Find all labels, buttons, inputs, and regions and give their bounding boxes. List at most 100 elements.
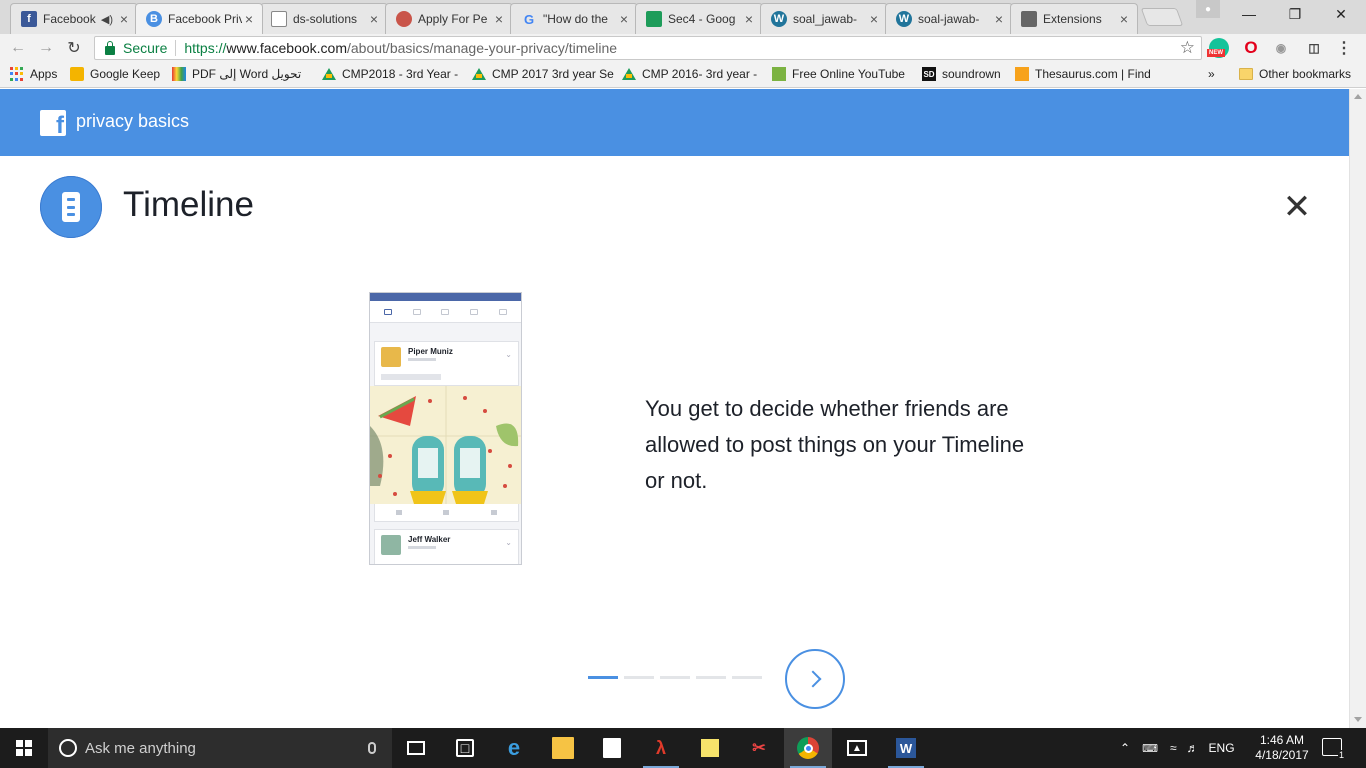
show-hidden-icons[interactable]: ⌃ [1120, 741, 1130, 755]
pager-step[interactable] [624, 676, 654, 679]
timeline-topic-icon [40, 176, 102, 238]
bookmark-item[interactable]: Thesaurus.com | Find [1015, 67, 1151, 81]
search-placeholder: Ask me anything [85, 739, 196, 757]
facebook-icon: f [21, 11, 37, 27]
tab-close-icon[interactable]: × [492, 11, 506, 27]
store-icon[interactable] [588, 728, 636, 768]
tab[interactable]: f Facebook ◀) × [10, 3, 138, 34]
url-path: /about/basics/manage-your-privacy/timeli… [347, 40, 618, 56]
window-close-button[interactable]: ✕ [1318, 0, 1364, 28]
windows-taskbar: Ask me anything □ e λ ✂ ▲ W ⌃ ⌨ ≈ ♬ ENG … [0, 728, 1366, 768]
scrollbar[interactable] [1349, 89, 1366, 728]
bookmark-label: soundrown [942, 67, 1001, 81]
google-drive-icon [622, 68, 636, 80]
tab-title: soal-jawab- [918, 12, 980, 26]
tab[interactable]: Sec4 - Goog × [635, 3, 763, 34]
task-view-button[interactable] [392, 728, 440, 768]
pager-step[interactable] [588, 676, 618, 679]
sticky-notes-icon[interactable] [686, 728, 734, 768]
bookmark-item[interactable]: Google Keep [70, 67, 160, 81]
minimize-button[interactable]: — [1226, 0, 1272, 28]
action-center-icon[interactable]: 1 [1322, 738, 1345, 760]
address-bar[interactable]: Secure https:// www.facebook.com /about/… [94, 36, 1202, 60]
microphone-icon[interactable] [368, 742, 376, 754]
bookmark-item[interactable]: CMP 2016- 3rd year - [622, 67, 757, 81]
facebook-logo-icon[interactable]: f [40, 110, 66, 136]
chrome-icon[interactable] [784, 728, 832, 768]
tab-title: ds-solutions [293, 12, 358, 26]
bookmark-item[interactable]: SD soundrown [922, 67, 1001, 81]
soundrown-icon: SD [922, 67, 936, 81]
edge-icon[interactable]: e [490, 728, 538, 768]
pager-step[interactable] [660, 676, 690, 679]
keyboard-icon[interactable]: ⌨ [1142, 742, 1158, 755]
adblock-extension-icon[interactable]: ◉ [1271, 38, 1291, 58]
google-icon: G [523, 11, 535, 27]
word-icon[interactable]: W [882, 728, 930, 768]
tab-close-icon[interactable]: × [367, 11, 381, 27]
new-tab-button[interactable] [1140, 8, 1184, 26]
tab-title: Apply For Pe [418, 12, 488, 26]
volume-icon[interactable]: ♬ [1187, 741, 1199, 755]
tab[interactable]: B Facebook Privacy× [135, 3, 263, 34]
tab-close-icon[interactable]: × [992, 11, 1006, 27]
bookmark-item[interactable]: Apps [10, 67, 57, 81]
pager-step[interactable] [696, 676, 726, 679]
bookmark-item[interactable]: CMP 2017 3rd year Se [472, 67, 614, 81]
tab-title: Extensions [1043, 12, 1102, 26]
tab-close-icon[interactable]: × [1117, 11, 1131, 27]
tab[interactable]: ds-solutions × [260, 3, 388, 34]
back-button[interactable]: ← [8, 38, 28, 58]
shoes-photo [370, 386, 521, 504]
cortana-search[interactable]: Ask me anything [48, 728, 392, 768]
tab[interactable]: G "How do the × [510, 3, 638, 34]
step-pager [588, 676, 768, 679]
cast-extension-icon[interactable]: ◫ [1304, 38, 1324, 58]
speaker-icon[interactable]: ◀) [101, 13, 113, 26]
tab[interactable]: Wsoal_jawab- × [760, 3, 888, 34]
clock[interactable]: 1:46 AM 4/18/2017 [1252, 733, 1312, 763]
reload-button[interactable]: ↻ [64, 38, 84, 58]
scroll-up-icon[interactable] [1354, 94, 1362, 99]
grammarly-extension-icon[interactable]: NEW [1207, 38, 1229, 58]
bookmark-star-icon[interactable]: ☆ [1180, 38, 1195, 58]
tab[interactable]: Apply For Pe × [385, 3, 513, 34]
next-button[interactable] [785, 649, 845, 709]
wifi-icon[interactable]: ≈ [1170, 741, 1177, 755]
tab-close-icon[interactable]: × [242, 11, 256, 27]
maximize-button[interactable]: ❐ [1272, 0, 1318, 28]
brand-title[interactable]: privacy basics [76, 111, 189, 132]
close-icon[interactable]: ✕ [1282, 190, 1312, 224]
bookmarks-overflow-button[interactable]: » [1208, 67, 1215, 81]
pager-step[interactable] [732, 676, 762, 679]
forward-button[interactable]: → [36, 38, 56, 58]
bookmark-label: تحويل Word إلى PDF [192, 67, 302, 81]
tab-close-icon[interactable]: × [617, 11, 631, 27]
bookmark-item[interactable]: تحويل Word إلى PDF [172, 67, 301, 81]
chrome-menu-icon[interactable]: ⋮ [1334, 38, 1354, 58]
tab[interactable]: Extensions × [1010, 3, 1138, 34]
windows-logo-icon [16, 740, 32, 756]
scroll-down-icon[interactable] [1354, 717, 1362, 722]
bookmark-item[interactable]: CMP2018 - 3rd Year - [322, 67, 458, 81]
topic-description: You get to decide whether friends are al… [645, 396, 1025, 493]
acrobat-icon[interactable]: λ [637, 728, 685, 768]
start-button[interactable] [0, 728, 48, 768]
tab-close-icon[interactable]: × [867, 11, 881, 27]
language-indicator[interactable]: ENG [1209, 741, 1235, 755]
profile-icon[interactable]: ● [1196, 0, 1220, 18]
tab-title: Sec4 - Goog [668, 12, 736, 26]
snipping-tool-icon[interactable]: ✂ [735, 728, 783, 768]
bookmark-item[interactable]: Free Online YouTube [772, 67, 905, 81]
tab-close-icon[interactable]: × [117, 11, 131, 27]
clock-date: 4/18/2017 [1255, 748, 1309, 762]
url-protocol: https:// [184, 40, 227, 56]
opera-extension-icon[interactable]: O [1241, 38, 1261, 58]
other-bookmarks[interactable]: Other bookmarks [1239, 67, 1351, 81]
tab-close-icon[interactable]: × [742, 11, 756, 27]
chevron-right-icon [804, 670, 821, 688]
taskbar-app-pinned[interactable]: □ [441, 728, 489, 768]
tab[interactable]: Wsoal-jawab- × [885, 3, 1013, 34]
file-explorer-icon[interactable] [539, 728, 587, 768]
photos-icon[interactable]: ▲ [833, 728, 881, 768]
